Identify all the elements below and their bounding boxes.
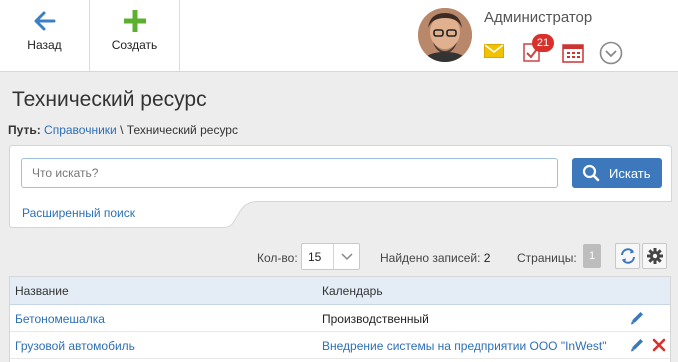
breadcrumb-current: Технический ресурс: [126, 123, 238, 137]
refresh-icon: [621, 248, 635, 264]
pencil-icon[interactable]: [629, 337, 645, 353]
refresh-button[interactable]: [615, 243, 640, 269]
breadcrumb-separator: \: [120, 123, 124, 137]
advanced-search-link[interactable]: Расширенный поиск: [22, 206, 135, 220]
search-button[interactable]: Искать: [572, 158, 662, 188]
breadcrumb-prefix: Путь:: [8, 123, 41, 137]
chevron-down-icon[interactable]: [599, 41, 623, 65]
gear-icon: [647, 248, 663, 264]
plus-icon: [123, 10, 146, 32]
notifications-badge: 21: [532, 34, 554, 52]
delete-icon[interactable]: [652, 338, 666, 352]
breadcrumb: Путь: Справочники \ Технический ресурс: [8, 123, 238, 137]
count-label: Кол-во:: [257, 251, 298, 265]
back-button[interactable]: Назад: [0, 0, 89, 71]
column-header-name[interactable]: Название: [15, 284, 69, 298]
table-row: Грузовой автомобиль Внедрение системы на…: [10, 332, 670, 359]
resources-table: Название Календарь Бетономешалка Произво…: [9, 276, 671, 362]
search-icon: [582, 164, 600, 182]
search-input[interactable]: [21, 158, 558, 188]
pages-label: Страницы:: [517, 251, 577, 265]
found-value: 2: [483, 251, 491, 265]
back-button-label: Назад: [27, 38, 62, 52]
search-button-label: Искать: [609, 166, 651, 181]
create-button[interactable]: Создать: [90, 0, 179, 71]
mail-icon[interactable]: [484, 44, 504, 58]
page-button-1[interactable]: 1: [583, 244, 601, 268]
page-title: Технический ресурс: [12, 88, 207, 111]
chevron-down-icon: [341, 253, 353, 261]
avatar[interactable]: [418, 8, 472, 62]
row-name-link[interactable]: Грузовой автомобиль: [15, 339, 135, 353]
page-size-value: 15: [308, 250, 322, 264]
page-size-select[interactable]: 15: [301, 243, 360, 270]
pencil-icon[interactable]: [629, 310, 645, 326]
top-toolbar: Назад Создать Администратор 21: [0, 0, 678, 72]
row-calendar-link[interactable]: Внедрение системы на предприятии ООО "In…: [322, 339, 606, 353]
breadcrumb-link-directories[interactable]: Справочники: [44, 123, 117, 137]
settings-button[interactable]: [642, 243, 667, 269]
found-records: Найдено записей: 2: [380, 251, 490, 265]
create-button-label: Создать: [111, 38, 158, 52]
found-label: Найдено записей:: [380, 251, 481, 265]
table-header: Название Календарь: [10, 277, 670, 305]
row-name-link[interactable]: Бетономешалка: [15, 312, 105, 326]
user-name[interactable]: Администратор: [484, 9, 592, 26]
arrow-left-icon: [34, 11, 55, 31]
avatar-image: [418, 8, 472, 62]
table-row: Бетономешалка Производственный: [10, 305, 670, 332]
column-header-calendar[interactable]: Календарь: [322, 284, 383, 298]
calendar-icon[interactable]: [562, 43, 584, 63]
select-divider: [333, 244, 334, 269]
row-calendar: Производственный: [322, 312, 429, 326]
toolbar-divider: [179, 0, 180, 71]
